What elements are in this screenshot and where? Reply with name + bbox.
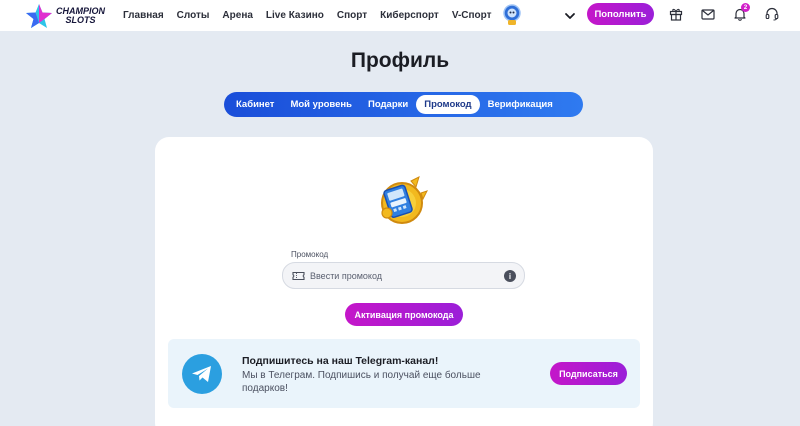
top-header: CHAMPION SLOTS Главная Слоты Арена Live … — [0, 0, 800, 31]
telegram-description: Мы в Телеграм. Подпишись и получай еще б… — [242, 370, 481, 394]
page-title: Профиль — [350, 49, 450, 72]
nav-item-home[interactable]: Главная — [123, 10, 164, 21]
user-avatar-icon[interactable] — [502, 4, 522, 26]
ticket-icon — [292, 271, 305, 281]
tab-verification[interactable]: Верификация — [480, 95, 561, 114]
promo-input[interactable] — [310, 268, 495, 284]
telegram-title: Подпишитесь на наш Telegram-канал! — [242, 355, 439, 367]
promo-input-wrapper: i — [282, 262, 525, 289]
nav-item-sport[interactable]: Спорт — [337, 10, 367, 21]
nav-item-esports[interactable]: Киберспорт — [380, 10, 439, 21]
main-nav: Главная Слоты Арена Live Казино Спорт Ки… — [123, 0, 505, 31]
tab-promocode[interactable]: Промокод — [416, 95, 480, 114]
headset-icon[interactable] — [765, 7, 779, 21]
promo-field-label: Промокод — [291, 250, 329, 259]
nav-item-v-sport[interactable]: V-Спорт — [452, 10, 492, 21]
activate-promo-button[interactable]: Активация промокода — [345, 303, 463, 326]
chevron-down-icon[interactable] — [564, 10, 576, 22]
subscribe-button[interactable]: Подписаться — [550, 362, 627, 385]
telegram-logo-icon — [182, 354, 222, 394]
notification-badge: 2 — [741, 3, 750, 12]
promo-card: Промокод i Активация промокода Подпишите… — [155, 137, 653, 426]
logo-text: CHAMPION SLOTS — [56, 7, 105, 25]
profile-tabs: Кабинет Мой уровень Подарки Промокод Вер… — [224, 92, 583, 117]
mail-icon[interactable] — [701, 7, 715, 21]
star-logo-icon — [26, 4, 52, 28]
info-icon[interactable]: i — [504, 270, 516, 282]
nav-item-arena[interactable]: Арена — [222, 10, 253, 21]
telegram-banner: Подпишитесь на наш Telegram-канал! Мы в … — [168, 339, 640, 408]
logo-line-2: SLOTS — [65, 15, 96, 25]
tab-my-level[interactable]: Мой уровень — [282, 95, 360, 114]
nav-item-live-casino[interactable]: Live Казино — [266, 10, 324, 21]
deposit-button[interactable]: Пополнить — [587, 3, 654, 25]
tab-gifts[interactable]: Подарки — [360, 95, 416, 114]
nav-item-slots[interactable]: Слоты — [177, 10, 210, 21]
tab-cabinet[interactable]: Кабинет — [228, 95, 282, 114]
logo[interactable]: CHAMPION SLOTS — [24, 3, 114, 29]
gift-icon[interactable] — [669, 7, 683, 21]
promo-coupon-illustration-icon — [381, 176, 428, 224]
